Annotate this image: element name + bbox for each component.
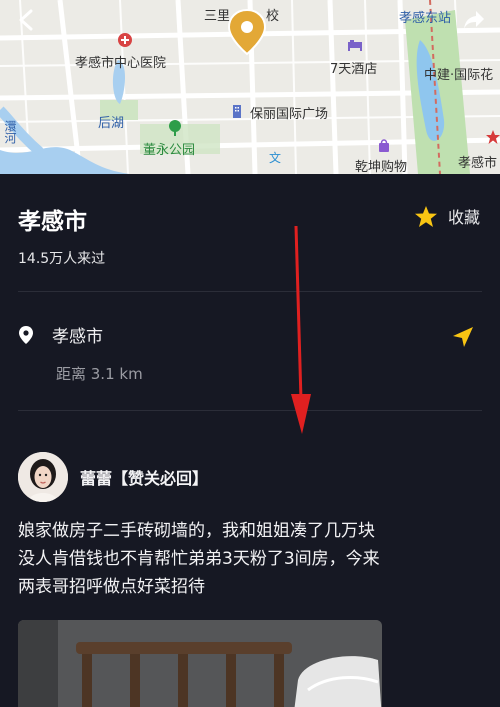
share-icon [464,11,484,29]
place-title: 孝感市 [18,209,87,235]
map-label-plaza[interactable]: 保丽国际广场 [250,103,328,122]
map-label-lake: 后湖 [98,116,125,131]
divider [18,291,482,292]
building-icon [233,105,241,118]
map-view[interactable]: 文 三里 校 孝感东站 孝感市中心医院 7天酒店 中建·国际花 后湖 董永公园 … [0,0,500,174]
location-name: 孝感市 [52,327,103,347]
map-label-hospital[interactable]: 孝感市中心医院 [75,52,166,71]
hotel-icon [348,40,362,51]
screen: 文 三里 校 孝感东站 孝感市中心医院 7天酒店 中建·国际花 后湖 董永公园 … [0,0,500,707]
map-label-river: 澴河 [3,120,17,144]
share-button[interactable] [460,6,488,34]
divider [18,410,482,411]
visit-count: 14.5万人来过 [18,251,106,267]
map-label-hotel[interactable]: 7天酒店 [330,58,377,77]
post-text-line: 两表哥招呼做点好菜招待 [18,577,205,597]
shopping-icon [379,139,389,152]
star-poi-icon [486,130,500,144]
culture-icon: 文 [269,150,281,164]
map-label-mall[interactable]: 乾坤购物 [355,156,407,174]
map-pin-icon[interactable] [226,8,268,56]
tree-icon [169,120,181,136]
location-row[interactable]: 孝感市 [18,322,103,347]
post-username: 蕾蕾【赞关必回】 [80,469,209,488]
location-distance: 距离 3.1 km [56,365,143,383]
map-label-city[interactable]: 孝感市 [458,152,497,171]
avatar-image [18,452,68,502]
favorite-label: 收藏 [447,208,480,227]
hospital-icon [118,33,132,47]
post-photo [18,620,382,707]
star-icon [414,205,437,227]
back-button[interactable] [12,6,40,34]
location-pin-icon [19,325,33,344]
post-text-line: 没人肯借钱也不肯帮忙弟弟3天粉了3间房，今来 [18,549,380,569]
navigate-icon[interactable] [452,326,474,348]
svg-text:文: 文 [269,150,281,164]
post-image[interactable] [18,620,382,707]
post-author[interactable]: 蕾蕾【赞关必回】 [18,452,208,502]
post-content: 娘家做房子二手砖砌墙的，我和姐姐凑了几万块 没人肯借钱也不肯帮忙弟弟3天粉了3间… [18,517,488,601]
annotation-arrow-icon [291,225,311,434]
chevron-left-icon [19,9,33,31]
map-label-residence[interactable]: 中建·国际花 [424,64,493,83]
map-label-station[interactable]: 孝感东站 [399,7,451,26]
place-info-panel: 孝感市 收藏 14.5万人来过 孝感市 距离 3.1 km 蕾蕾【赞关必回】 娘… [0,174,500,707]
post-text-line: 娘家做房子二手砖砌墙的，我和姐姐凑了几万块 [18,521,375,541]
map-label-park[interactable]: 董永公园 [143,139,195,158]
avatar[interactable] [18,452,68,502]
favorite-button[interactable]: 收藏 [414,204,480,228]
